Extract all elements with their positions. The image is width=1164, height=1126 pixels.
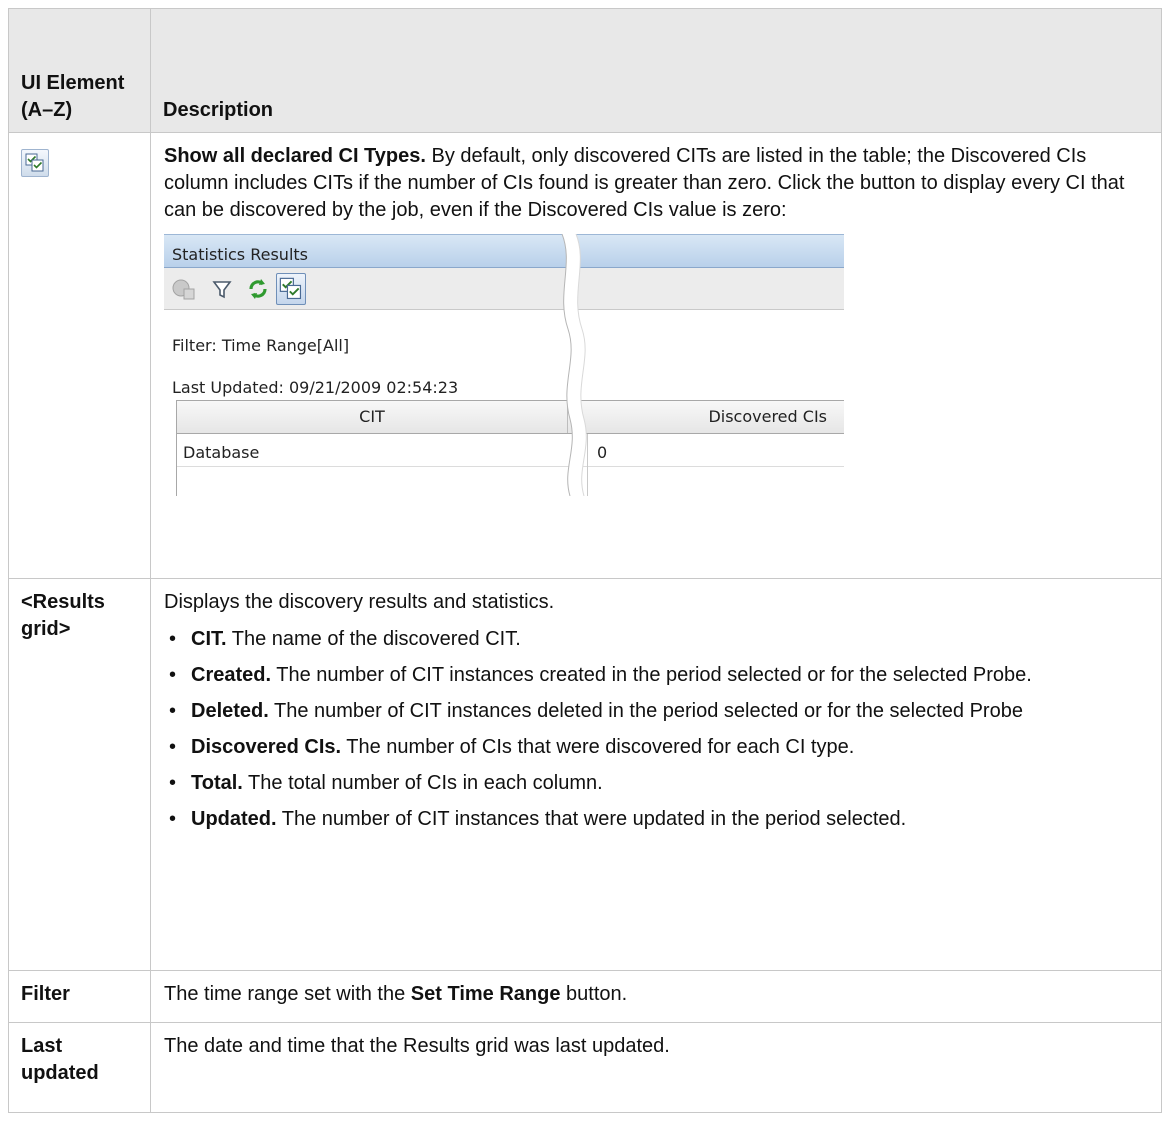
description-cell: The date and time that the Results grid …: [150, 1022, 1162, 1113]
ui-element-cell: <Results grid>: [8, 578, 151, 971]
description-cell: The time range set with the Set Time Ran…: [150, 970, 1162, 1023]
bullet-text: The number of CIT instances that were up…: [276, 808, 907, 830]
list-item: • Deleted. The number of CIT instances de…: [169, 700, 1023, 722]
list-item: • Total. The total number of CIs in each …: [169, 772, 603, 794]
show-all-declared-ci-types-icon: [21, 149, 49, 177]
ui-elements-table: UI Element (A–Z) Description Show all de…: [8, 8, 1162, 1113]
results-grid-columns-list: • CIT. The name of the discovered CIT. • C…: [164, 626, 1149, 833]
list-item: • Updated. The number of CIT instances th…: [169, 808, 907, 830]
table-row: <Results grid> Displays the discovery re…: [8, 578, 1162, 971]
table-row: Show all declared CI Types. By default, …: [8, 132, 1162, 579]
filter-text-end: button.: [560, 983, 628, 1005]
show-all-term: Show all declared CI Types.: [164, 145, 426, 167]
ui-element-cell: Last updated: [8, 1022, 151, 1113]
bullet-text: The number of CIT instances created in t…: [271, 664, 1032, 686]
header-ui-element: UI Element (A–Z): [8, 8, 151, 133]
bullet-text: The number of CIT instances deleted in t…: [268, 700, 1023, 722]
header-description: Description: [150, 8, 1162, 133]
description-cell: Show all declared CI Types. By default, …: [150, 132, 1162, 579]
description-cell: Displays the discovery results and stati…: [150, 578, 1162, 971]
filter-text: The time range set with the: [164, 983, 411, 1005]
bullet-term: CIT.: [191, 628, 227, 650]
bullet-term: Total.: [191, 772, 243, 794]
results-grid-intro: Displays the discovery results and stati…: [164, 591, 555, 613]
list-item: • Created. The number of CIT instances cr…: [169, 664, 1032, 686]
bullet-term: Created.: [191, 664, 272, 686]
statistics-results-screenshot: Statistics Results Filter: Time Range[Al…: [164, 234, 844, 496]
bullet-text: The number of CIs that were discovered f…: [341, 736, 855, 758]
ui-element-cell: Filter: [8, 970, 151, 1023]
set-time-range-term: Set Time Range: [410, 983, 561, 1005]
bullet-term: Discovered CIs.: [191, 736, 342, 758]
show-all-description: Show all declared CI Types. By default, …: [164, 143, 1149, 224]
table-header-row: UI Element (A–Z) Description: [8, 8, 1162, 133]
table-row: Last updated The date and time that the …: [8, 1022, 1162, 1113]
list-item: • Discovered CIs. The number of CIs that …: [169, 736, 855, 758]
bullet-term: Updated.: [191, 808, 277, 830]
torn-edge-divider: [561, 234, 587, 496]
bullet-text: The name of the discovered CIT.: [226, 628, 521, 650]
list-item: • CIT. The name of the discovered CIT.: [169, 628, 521, 650]
bullet-text: The total number of CIs in each column.: [242, 772, 603, 794]
table-row: Filter The time range set with the Set T…: [8, 970, 1162, 1023]
ui-element-cell: [8, 132, 151, 579]
bullet-term: Deleted.: [191, 700, 269, 722]
